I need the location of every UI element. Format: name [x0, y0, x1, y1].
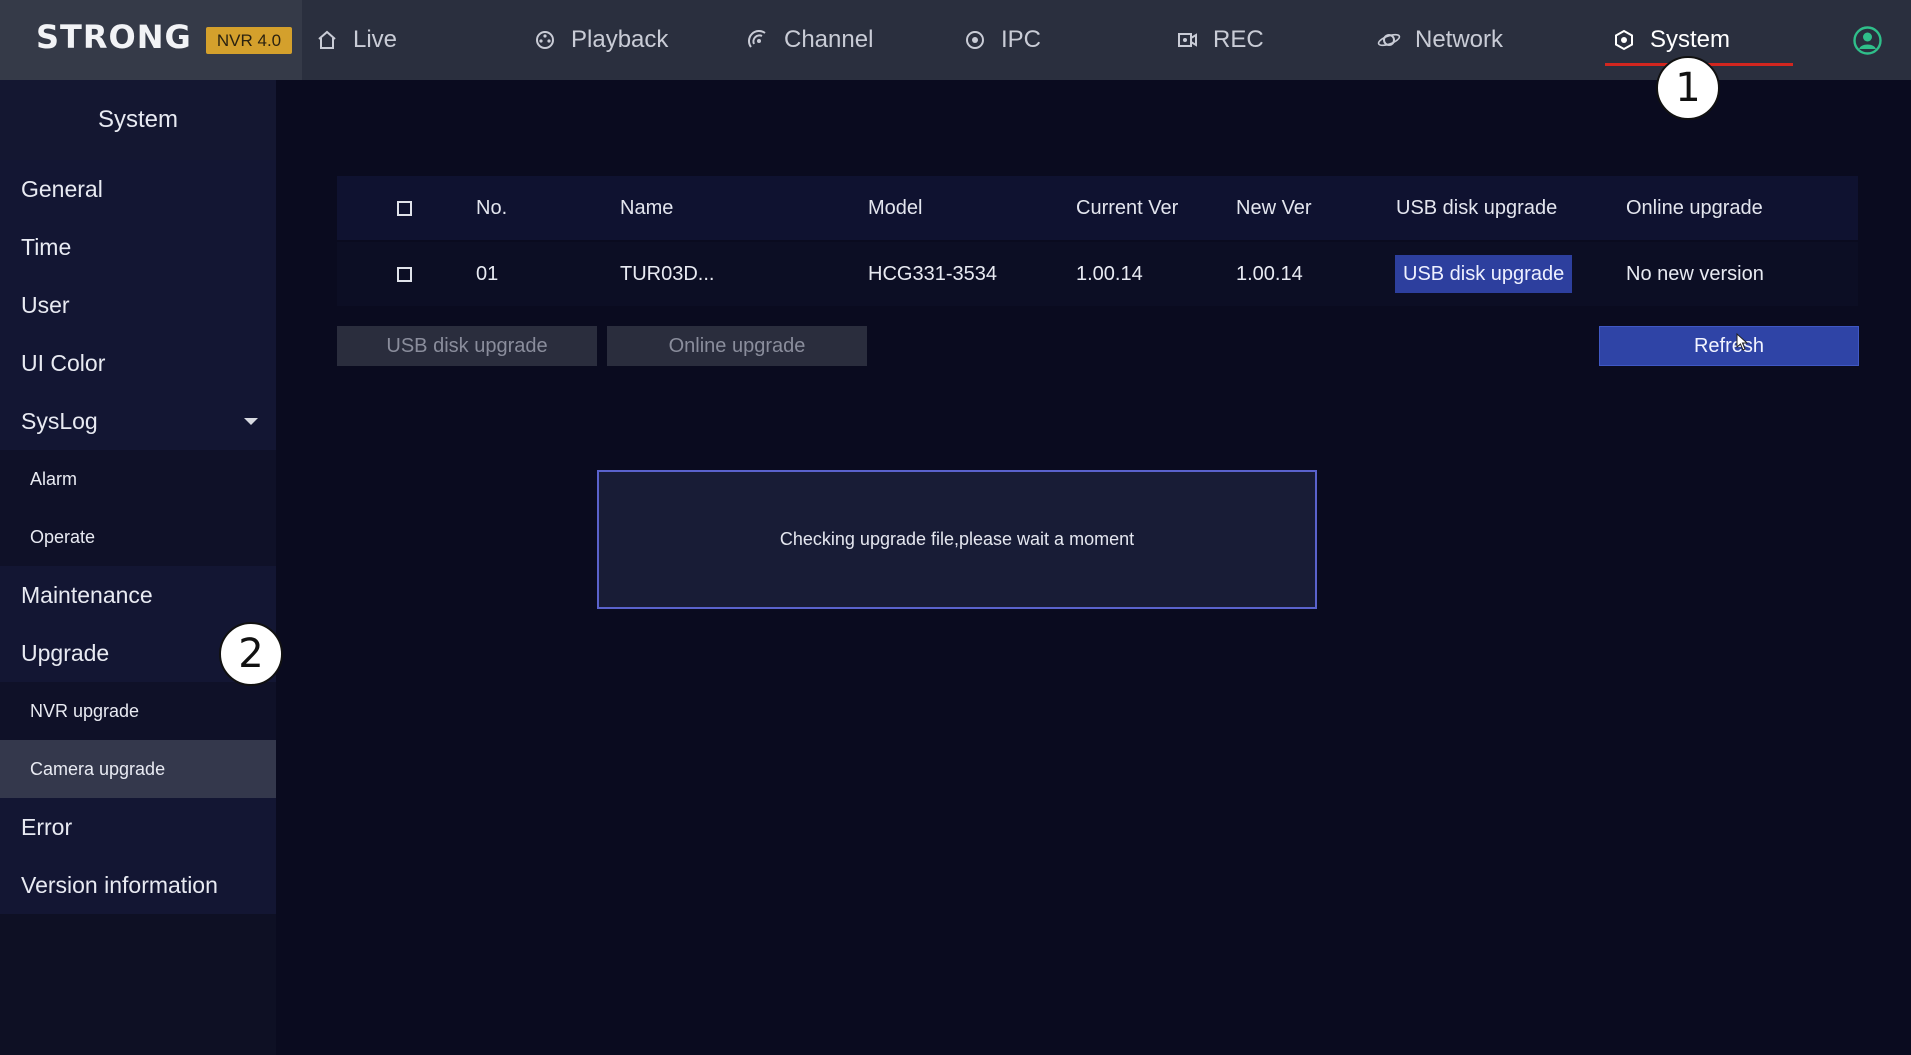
caret-down-icon [244, 418, 258, 425]
rec-icon [1175, 28, 1199, 52]
nav-live[interactable]: Live [315, 20, 397, 60]
nav-system-label: System [1650, 26, 1731, 53]
sidebar-item-label: General [21, 175, 103, 202]
header-usb-upgrade: USB disk upgrade [1396, 196, 1558, 219]
sidebar-item-user[interactable]: User [0, 276, 276, 334]
sidebar-item-label: NVR upgrade [30, 700, 140, 721]
top-navigation-bar: STRONG NVR 4.0 Live Playback Channel IPC… [0, 0, 1911, 80]
sidebar-item-time[interactable]: Time [0, 218, 276, 276]
sidebar-item-label: Maintenance [21, 581, 153, 608]
nav-network[interactable]: Network [1377, 20, 1503, 60]
sidebar-item-label: Error [21, 813, 73, 840]
row-online-status: No new version [1626, 262, 1764, 285]
nav-network-label: Network [1415, 26, 1504, 53]
nav-rec[interactable]: REC [1175, 20, 1264, 60]
system-sidebar: System General Time User UI Color SysLog… [0, 80, 276, 1055]
table-header-row: No. Name Model Current Ver New Ver USB d… [337, 176, 1858, 240]
nav-channel[interactable]: Channel [746, 20, 873, 60]
sidebar-item-label: Camera upgrade [30, 758, 166, 779]
row-usb-cell: USB disk upgrade [1395, 242, 1573, 306]
sidebar-item-alarm[interactable]: Alarm [0, 450, 276, 508]
home-icon [315, 28, 339, 52]
sidebar-item-label: Upgrade [21, 639, 110, 666]
nav-playback[interactable]: Playback [533, 20, 668, 60]
sidebar-item-nvr-upgrade[interactable]: NVR upgrade [0, 682, 276, 740]
nav-system[interactable]: System [1612, 20, 1730, 60]
camera-upgrade-table: No. Name Model Current Ver New Ver USB d… [337, 176, 1858, 306]
sidebar-item-label: User [21, 291, 70, 318]
header-current-ver: Current Ver [1076, 196, 1179, 219]
header-no: No. [476, 196, 508, 219]
nav-rec-label: REC [1213, 26, 1264, 53]
sidebar-item-label: Alarm [30, 468, 78, 489]
row-new-ver: 1.00.14 [1236, 262, 1303, 285]
nav-live-label: Live [353, 26, 398, 53]
table-row: 01 TUR03D... HCG331-3534 1.00.14 1.00.14… [337, 242, 1858, 306]
sidebar-item-label: Operate [30, 526, 96, 547]
sidebar-item-maintenance[interactable]: Maintenance [0, 566, 276, 624]
row-model: HCG331-3534 [868, 262, 997, 285]
sidebar-item-general[interactable]: General [0, 160, 276, 218]
brand-area: STRONG NVR 4.0 [0, 0, 302, 80]
row-current-ver: 1.00.14 [1076, 262, 1143, 285]
sidebar-item-ui-color[interactable]: UI Color [0, 334, 276, 392]
nav-channel-label: Channel [784, 26, 874, 53]
sidebar-item-camera-upgrade[interactable]: Camera upgrade [0, 740, 276, 798]
nav-playback-label: Playback [571, 26, 669, 53]
mouse-cursor-icon [1736, 333, 1749, 351]
ipc-icon [963, 28, 987, 52]
sidebar-item-error[interactable]: Error [0, 798, 276, 856]
sidebar-title: System [0, 80, 276, 160]
sidebar-item-operate[interactable]: Operate [0, 508, 276, 566]
select-all-checkbox[interactable] [397, 176, 412, 240]
system-icon [1612, 28, 1636, 52]
sidebar-item-label: UI Color [21, 349, 106, 376]
playback-icon [533, 28, 557, 52]
user-account-icon[interactable] [1853, 26, 1882, 55]
online-upgrade-button[interactable]: Online upgrade [607, 326, 867, 366]
strong-logo: STRONG [36, 18, 192, 56]
sidebar-item-syslog[interactable]: SysLog [0, 392, 276, 450]
dialog-message: Checking upgrade file,please wait a mome… [779, 529, 1135, 549]
callout-step-1: 1 [1656, 56, 1720, 120]
usb-disk-upgrade-button[interactable]: USB disk upgrade [337, 326, 597, 366]
nav-ipc[interactable]: IPC [963, 20, 1041, 60]
channel-icon [746, 28, 770, 52]
row-usb-upgrade-button[interactable]: USB disk upgrade [1395, 255, 1573, 293]
sidebar-item-label: Time [21, 233, 72, 260]
sidebar-item-label: Version information [21, 871, 218, 898]
header-name: Name [620, 196, 674, 219]
checking-upgrade-dialog: Checking upgrade file,please wait a mome… [597, 470, 1317, 609]
row-name: TUR03D... [620, 262, 715, 285]
nav-ipc-label: IPC [1001, 26, 1042, 53]
header-new-ver: New Ver [1236, 196, 1312, 219]
sidebar-item-label: SysLog [21, 407, 98, 434]
row-checkbox[interactable] [397, 242, 412, 306]
network-icon [1377, 28, 1401, 52]
header-model: Model [868, 196, 923, 219]
sidebar-item-version-information[interactable]: Version information [0, 856, 276, 914]
refresh-button[interactable]: Refresh [1599, 326, 1859, 366]
row-no: 01 [476, 262, 499, 285]
nvr-version-badge: NVR 4.0 [206, 27, 292, 54]
callout-step-2: 2 [219, 622, 283, 686]
header-online-upgrade: Online upgrade [1626, 196, 1763, 219]
